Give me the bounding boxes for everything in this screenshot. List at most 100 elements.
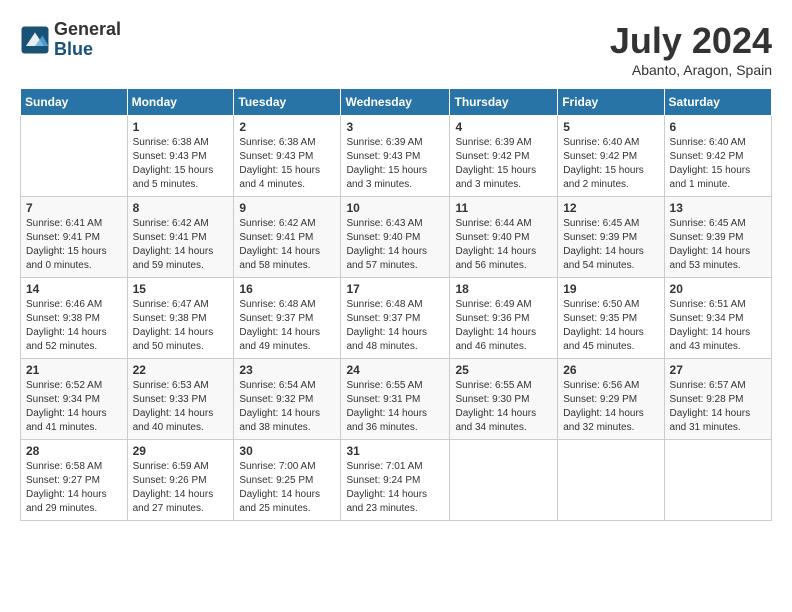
calendar-cell: 27Sunrise: 6:57 AMSunset: 9:28 PMDayligh… xyxy=(664,359,771,440)
day-number: 14 xyxy=(26,282,122,296)
calendar-week-3: 14 Sunrise: 6:46 AMSunset: 9:38 PMDayligh… xyxy=(21,278,772,359)
logo-icon xyxy=(20,25,50,55)
calendar-cell: 6 Sunrise: 6:40 AMSunset: 9:42 PMDaylight… xyxy=(664,116,771,197)
day-info: Sunrise: 6:43 AMSunset: 9:40 PMDaylight:… xyxy=(346,217,444,273)
logo: General Blue xyxy=(20,20,121,60)
day-info: Sunrise: 6:53 AMSunset: 9:33 PMDaylight:… xyxy=(133,379,229,435)
day-number: 24 xyxy=(346,363,444,377)
calendar-cell xyxy=(558,440,664,521)
day-info: Sunrise: 6:56 AMSunset: 9:29 PMDaylight:… xyxy=(563,379,658,435)
day-info: Sunrise: 6:47 AMSunset: 9:38 PMDaylight:… xyxy=(133,298,229,354)
day-info: Sunrise: 6:40 AMSunset: 9:42 PMDaylight:… xyxy=(670,136,766,192)
day-number: 9 xyxy=(239,201,335,215)
day-info: Sunrise: 6:54 AMSunset: 9:32 PMDaylight:… xyxy=(239,379,335,435)
day-number: 15 xyxy=(133,282,229,296)
day-number: 3 xyxy=(346,120,444,134)
day-number: 26 xyxy=(563,363,658,377)
day-info: Sunrise: 6:52 AMSunset: 9:34 PMDaylight:… xyxy=(26,379,122,435)
calendar-cell: 8 Sunrise: 6:42 AMSunset: 9:41 PMDaylight… xyxy=(127,197,234,278)
day-number: 29 xyxy=(133,444,229,458)
calendar-cell: 28 Sunrise: 6:58 AMSunset: 9:27 PMDayligh… xyxy=(21,440,128,521)
calendar-cell: 9Sunrise: 6:42 AMSunset: 9:41 PMDaylight… xyxy=(234,197,341,278)
calendar-cell: 15 Sunrise: 6:47 AMSunset: 9:38 PMDayligh… xyxy=(127,278,234,359)
calendar-cell: 12 Sunrise: 6:45 AMSunset: 9:39 PMDayligh… xyxy=(558,197,664,278)
day-info: Sunrise: 6:42 AMSunset: 9:41 PMDaylight:… xyxy=(133,217,229,273)
logo-general: General xyxy=(54,20,121,40)
day-info: Sunrise: 6:58 AMSunset: 9:27 PMDaylight:… xyxy=(26,460,122,516)
calendar-cell: 2 Sunrise: 6:38 AMSunset: 9:43 PMDaylight… xyxy=(234,116,341,197)
day-number: 18 xyxy=(455,282,552,296)
calendar-cell: 31Sunrise: 7:01 AMSunset: 9:24 PMDayligh… xyxy=(341,440,450,521)
header-row: SundayMondayTuesdayWednesdayThursdayFrid… xyxy=(21,89,772,116)
day-number: 28 xyxy=(26,444,122,458)
calendar-header: SundayMondayTuesdayWednesdayThursdayFrid… xyxy=(21,89,772,116)
day-info: Sunrise: 6:41 AMSunset: 9:41 PMDaylight:… xyxy=(26,217,122,273)
calendar-cell: 17Sunrise: 6:48 AMSunset: 9:37 PMDayligh… xyxy=(341,278,450,359)
day-number: 31 xyxy=(346,444,444,458)
calendar-cell: 29 Sunrise: 6:59 AMSunset: 9:26 PMDayligh… xyxy=(127,440,234,521)
header-day-thursday: Thursday xyxy=(450,89,558,116)
calendar-cell xyxy=(450,440,558,521)
logo-text: General Blue xyxy=(54,20,121,60)
header-day-tuesday: Tuesday xyxy=(234,89,341,116)
day-number: 22 xyxy=(133,363,229,377)
logo-blue: Blue xyxy=(54,40,121,60)
title-block: July 2024 Abanto, Aragon, Spain xyxy=(610,20,772,78)
header-day-monday: Monday xyxy=(127,89,234,116)
calendar-cell: 24 Sunrise: 6:55 AMSunset: 9:31 PMDayligh… xyxy=(341,359,450,440)
day-info: Sunrise: 6:39 AMSunset: 9:42 PMDaylight:… xyxy=(455,136,552,192)
calendar-week-4: 21Sunrise: 6:52 AMSunset: 9:34 PMDayligh… xyxy=(21,359,772,440)
calendar-cell: 22 Sunrise: 6:53 AMSunset: 9:33 PMDayligh… xyxy=(127,359,234,440)
day-number: 27 xyxy=(670,363,766,377)
calendar-cell: 7 Sunrise: 6:41 AMSunset: 9:41 PMDaylight… xyxy=(21,197,128,278)
day-info: Sunrise: 6:38 AMSunset: 9:43 PMDaylight:… xyxy=(239,136,335,192)
day-info: Sunrise: 6:40 AMSunset: 9:42 PMDaylight:… xyxy=(563,136,658,192)
day-number: 12 xyxy=(563,201,658,215)
day-info: Sunrise: 6:55 AMSunset: 9:31 PMDaylight:… xyxy=(346,379,444,435)
header-day-wednesday: Wednesday xyxy=(341,89,450,116)
day-number: 2 xyxy=(239,120,335,134)
day-number: 16 xyxy=(239,282,335,296)
calendar-cell xyxy=(21,116,128,197)
day-number: 8 xyxy=(133,201,229,215)
calendar-cell: 21Sunrise: 6:52 AMSunset: 9:34 PMDayligh… xyxy=(21,359,128,440)
day-number: 23 xyxy=(239,363,335,377)
calendar-cell xyxy=(664,440,771,521)
header-day-sunday: Sunday xyxy=(21,89,128,116)
page-header: General Blue July 2024 Abanto, Aragon, S… xyxy=(20,20,772,78)
calendar-cell: 18Sunrise: 6:49 AMSunset: 9:36 PMDayligh… xyxy=(450,278,558,359)
day-number: 7 xyxy=(26,201,122,215)
calendar-table: SundayMondayTuesdayWednesdayThursdayFrid… xyxy=(20,88,772,521)
month-title: July 2024 xyxy=(610,20,772,62)
day-info: Sunrise: 6:59 AMSunset: 9:26 PMDaylight:… xyxy=(133,460,229,516)
day-info: Sunrise: 6:46 AMSunset: 9:38 PMDaylight:… xyxy=(26,298,122,354)
calendar-week-2: 7 Sunrise: 6:41 AMSunset: 9:41 PMDaylight… xyxy=(21,197,772,278)
day-info: Sunrise: 7:00 AMSunset: 9:25 PMDaylight:… xyxy=(239,460,335,516)
calendar-cell: 23 Sunrise: 6:54 AMSunset: 9:32 PMDayligh… xyxy=(234,359,341,440)
calendar-cell: 13Sunrise: 6:45 AMSunset: 9:39 PMDayligh… xyxy=(664,197,771,278)
day-info: Sunrise: 6:39 AMSunset: 9:43 PMDaylight:… xyxy=(346,136,444,192)
calendar-week-5: 28 Sunrise: 6:58 AMSunset: 9:27 PMDayligh… xyxy=(21,440,772,521)
day-number: 5 xyxy=(563,120,658,134)
calendar-cell: 25Sunrise: 6:55 AMSunset: 9:30 PMDayligh… xyxy=(450,359,558,440)
day-info: Sunrise: 6:51 AMSunset: 9:34 PMDaylight:… xyxy=(670,298,766,354)
day-info: Sunrise: 6:45 AMSunset: 9:39 PMDaylight:… xyxy=(563,217,658,273)
day-number: 6 xyxy=(670,120,766,134)
calendar-cell: 14 Sunrise: 6:46 AMSunset: 9:38 PMDayligh… xyxy=(21,278,128,359)
day-number: 19 xyxy=(563,282,658,296)
day-number: 17 xyxy=(346,282,444,296)
calendar-cell: 5 Sunrise: 6:40 AMSunset: 9:42 PMDaylight… xyxy=(558,116,664,197)
calendar-cell: 11 Sunrise: 6:44 AMSunset: 9:40 PMDayligh… xyxy=(450,197,558,278)
header-day-saturday: Saturday xyxy=(664,89,771,116)
calendar-cell: 20 Sunrise: 6:51 AMSunset: 9:34 PMDayligh… xyxy=(664,278,771,359)
day-info: Sunrise: 6:48 AMSunset: 9:37 PMDaylight:… xyxy=(239,298,335,354)
day-number: 30 xyxy=(239,444,335,458)
day-number: 20 xyxy=(670,282,766,296)
header-day-friday: Friday xyxy=(558,89,664,116)
calendar-body: 1Sunrise: 6:38 AMSunset: 9:43 PMDaylight… xyxy=(21,116,772,521)
day-number: 11 xyxy=(455,201,552,215)
calendar-week-1: 1Sunrise: 6:38 AMSunset: 9:43 PMDaylight… xyxy=(21,116,772,197)
calendar-cell: 16 Sunrise: 6:48 AMSunset: 9:37 PMDayligh… xyxy=(234,278,341,359)
day-info: Sunrise: 6:44 AMSunset: 9:40 PMDaylight:… xyxy=(455,217,552,273)
day-number: 4 xyxy=(455,120,552,134)
